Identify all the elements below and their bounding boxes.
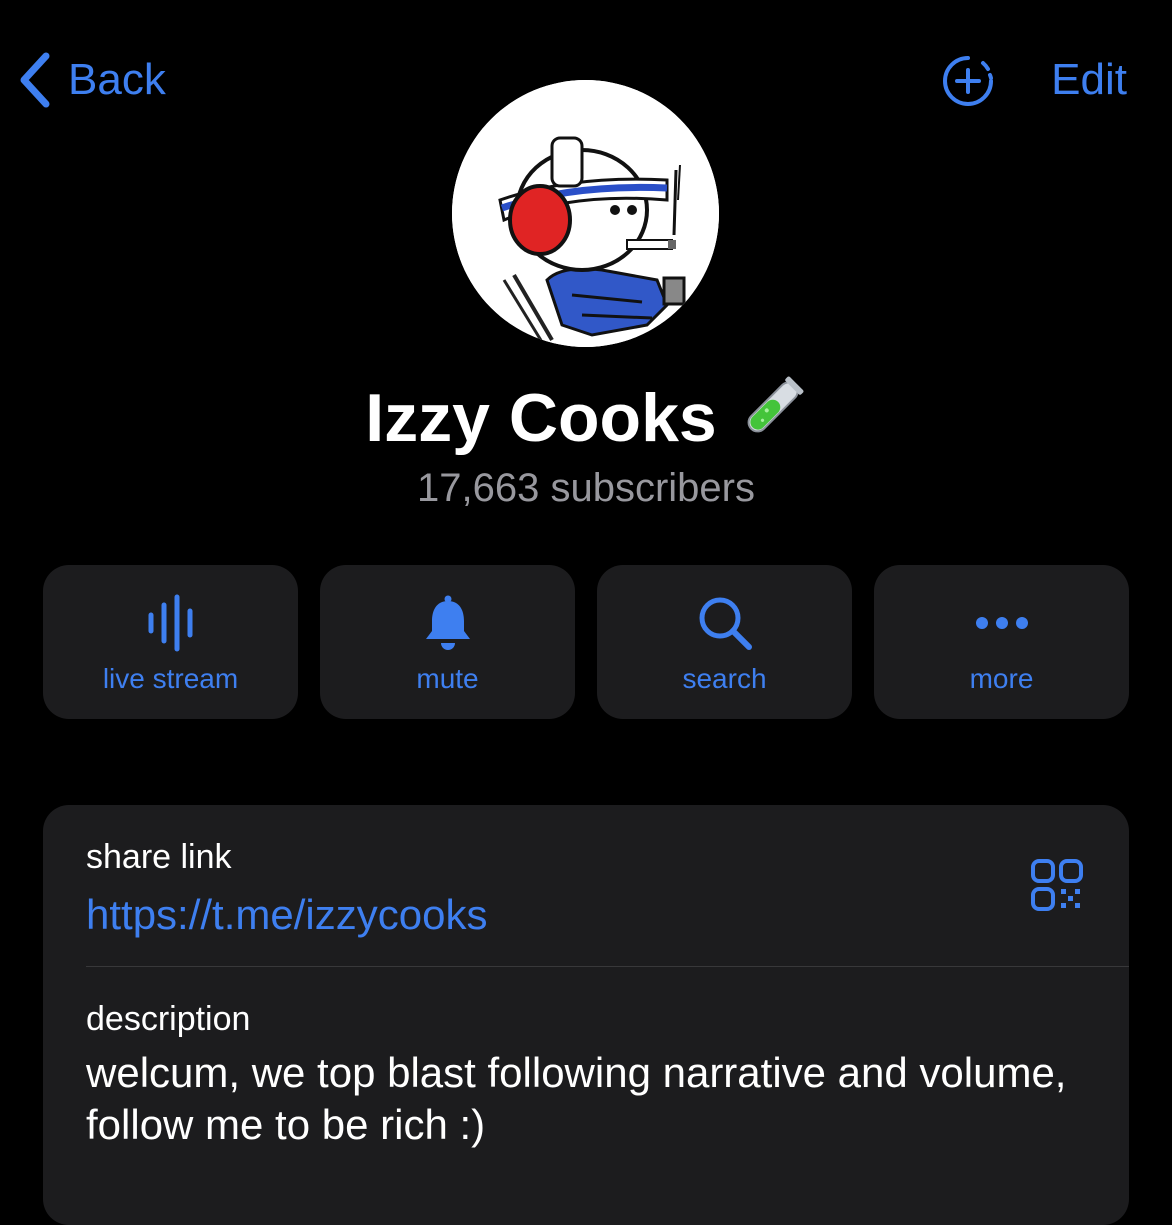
divider <box>86 966 1129 967</box>
edit-button[interactable]: Edit <box>1051 50 1127 110</box>
mute-label: mute <box>416 663 479 694</box>
more-button[interactable]: more <box>874 565 1129 719</box>
bell-icon <box>418 593 478 653</box>
channel-title-text: Izzy Cooks <box>365 380 717 456</box>
live-stream-icon <box>141 593 201 653</box>
chevron-left-icon <box>20 52 50 108</box>
search-icon <box>695 593 755 653</box>
live-stream-button[interactable]: live stream <box>43 565 298 719</box>
search-label: search <box>682 663 767 694</box>
qr-code-icon <box>1031 859 1083 911</box>
search-button[interactable]: search <box>597 565 852 719</box>
cartoon-character-avatar-image <box>452 80 719 347</box>
back-label: Back <box>68 55 166 104</box>
channel-avatar[interactable] <box>452 80 719 347</box>
subscriber-count: 17,663 subscribers <box>417 466 755 510</box>
back-button[interactable]: Back <box>18 50 166 110</box>
share-link[interactable]: https://t.me/izzycooks <box>86 889 487 941</box>
channel-info-card: share link https://t.me/izzycooks descri… <box>43 805 1129 1225</box>
add-circle-icon <box>943 56 993 106</box>
more-icon <box>972 593 1032 653</box>
add-story-button[interactable] <box>941 54 995 108</box>
more-label: more <box>969 663 1034 694</box>
description-label: description <box>86 1000 251 1038</box>
description-text: welcum, we top blast following narrative… <box>86 1049 1067 1148</box>
share-link-label: share link <box>86 838 232 876</box>
channel-title: Izzy Cooks <box>0 376 1172 462</box>
mute-button[interactable]: mute <box>320 565 575 719</box>
live-stream-label: live stream <box>102 663 239 694</box>
test-tube-icon <box>735 373 807 462</box>
qr-code-button[interactable] <box>1029 857 1087 915</box>
action-bar: live stream mute search more <box>43 565 1129 719</box>
